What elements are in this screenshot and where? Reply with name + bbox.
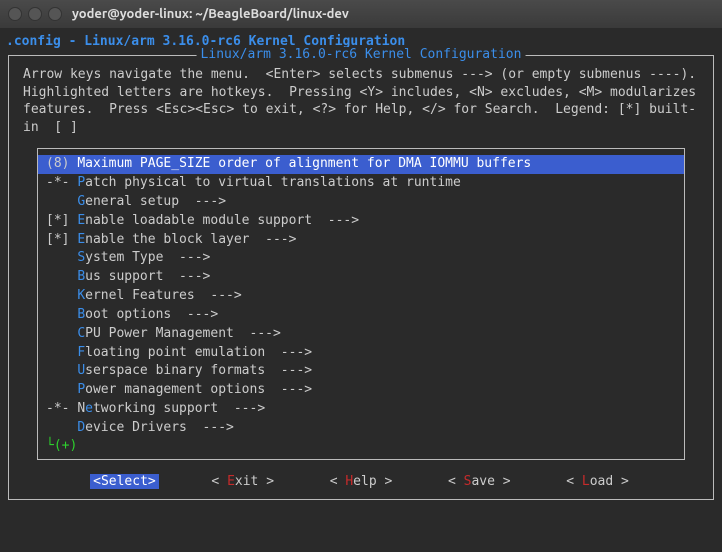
menu-item[interactable]: (8) Maximum PAGE_SIZE order of alignment… bbox=[38, 155, 684, 174]
menu-label: loating point emulation ---> bbox=[85, 345, 312, 360]
menu-prefix bbox=[46, 345, 77, 360]
hotkey: x bbox=[93, 156, 101, 171]
hotkey: U bbox=[77, 363, 85, 378]
menu-label: nable the block layer ---> bbox=[85, 232, 296, 247]
hotkey: G bbox=[77, 194, 85, 209]
menu-item[interactable]: [*] Enable the block layer ---> bbox=[38, 231, 684, 250]
menu-prefix bbox=[46, 382, 77, 397]
menu-item[interactable]: CPU Power Management ---> bbox=[38, 325, 684, 344]
hotkey: E bbox=[77, 232, 85, 247]
menu-label: serspace binary formats ---> bbox=[85, 363, 312, 378]
menu-item[interactable]: Kernel Features ---> bbox=[38, 287, 684, 306]
menu-label: tworking support ---> bbox=[93, 401, 265, 416]
menu-label: us support ---> bbox=[85, 269, 210, 284]
menu-label: evice Drivers ---> bbox=[85, 420, 234, 435]
menu-prefix bbox=[46, 307, 77, 322]
menu-item[interactable]: Floating point emulation ---> bbox=[38, 344, 684, 363]
hotkey: B bbox=[77, 307, 85, 322]
dialog-box: Linux/arm 3.16.0-rc6 Kernel Configuratio… bbox=[8, 55, 714, 500]
menu-prefix bbox=[46, 326, 77, 341]
window-title: yoder@yoder-linux: ~/BeagleBoard/linux-d… bbox=[72, 7, 349, 21]
titlebar: yoder@yoder-linux: ~/BeagleBoard/linux-d… bbox=[0, 0, 722, 28]
menu-prefix bbox=[46, 288, 77, 303]
button-bar: <Select> < Exit > < Help > < Save > < Lo… bbox=[9, 460, 713, 499]
menu-item[interactable]: [*] Enable loadable module support ---> bbox=[38, 212, 684, 231]
hotkey: P bbox=[77, 382, 85, 397]
hotkey: e bbox=[85, 401, 93, 416]
load-button[interactable]: < Load > bbox=[563, 474, 632, 489]
menu-label: oot options ---> bbox=[85, 307, 218, 322]
menu-label: ernel Features ---> bbox=[85, 288, 242, 303]
menu-label: nable loadable module support ---> bbox=[85, 213, 359, 228]
menu-label: PU Power Management ---> bbox=[85, 326, 281, 341]
maximize-icon[interactable] bbox=[48, 7, 62, 21]
close-icon[interactable] bbox=[8, 7, 22, 21]
menu-label: ystem Type ---> bbox=[85, 250, 210, 265]
menu-prefix bbox=[46, 363, 77, 378]
menu-prefix: -*- bbox=[46, 175, 77, 190]
exit-button[interactable]: < Exit > bbox=[208, 474, 277, 489]
menu-item[interactable]: -*- Patch physical to virtual translatio… bbox=[38, 174, 684, 193]
menu-item[interactable]: -*- Networking support ---> bbox=[38, 400, 684, 419]
menu-label: eneral setup ---> bbox=[85, 194, 226, 209]
hotkey: K bbox=[77, 288, 85, 303]
menu-prefix: (8) bbox=[46, 156, 77, 171]
select-button[interactable]: <Select> bbox=[90, 474, 159, 489]
menu-prefix bbox=[46, 194, 77, 209]
menu-label: ower management options ---> bbox=[85, 382, 312, 397]
dialog-title: Linux/arm 3.16.0-rc6 Kernel Configuratio… bbox=[197, 47, 526, 62]
menu-label: imum PAGE_SIZE order of alignment for DM… bbox=[101, 156, 531, 171]
save-button[interactable]: < Save > bbox=[445, 474, 514, 489]
menu-prefix: -*- bbox=[46, 401, 77, 416]
menu-prefix bbox=[46, 269, 77, 284]
hotkey: E bbox=[77, 213, 85, 228]
hotkey: F bbox=[77, 345, 85, 360]
help-button[interactable]: < Help > bbox=[327, 474, 396, 489]
hotkey: C bbox=[77, 326, 85, 341]
menu-prefix bbox=[46, 250, 77, 265]
minimize-icon[interactable] bbox=[28, 7, 42, 21]
header-left: .config bbox=[6, 34, 61, 49]
menu-item[interactable]: Boot options ---> bbox=[38, 306, 684, 325]
menu-item[interactable]: Device Drivers ---> bbox=[38, 419, 684, 438]
hotkey: B bbox=[77, 269, 85, 284]
menu-prefix bbox=[46, 420, 77, 435]
menu-list: (8) Maximum PAGE_SIZE order of alignment… bbox=[37, 148, 685, 460]
instructions: Arrow keys navigate the menu. <Enter> se… bbox=[9, 56, 713, 142]
hotkey: D bbox=[77, 420, 85, 435]
menu-prefix: [*] bbox=[46, 213, 77, 228]
more-indicator-icon: └(+) bbox=[38, 438, 684, 454]
menu-prefix: [*] bbox=[46, 232, 77, 247]
menu-item[interactable]: System Type ---> bbox=[38, 249, 684, 268]
menu-item[interactable]: Bus support ---> bbox=[38, 268, 684, 287]
hotkey: S bbox=[77, 250, 85, 265]
menu-item[interactable]: Userspace binary formats ---> bbox=[38, 362, 684, 381]
menu-item[interactable]: Power management options ---> bbox=[38, 381, 684, 400]
hotkey: P bbox=[77, 175, 85, 190]
menu-item[interactable]: General setup ---> bbox=[38, 193, 684, 212]
menu-label: atch physical to virtual translations at… bbox=[85, 175, 461, 190]
terminal: .config - Linux/arm 3.16.0-rc6 Kernel Co… bbox=[0, 28, 722, 552]
